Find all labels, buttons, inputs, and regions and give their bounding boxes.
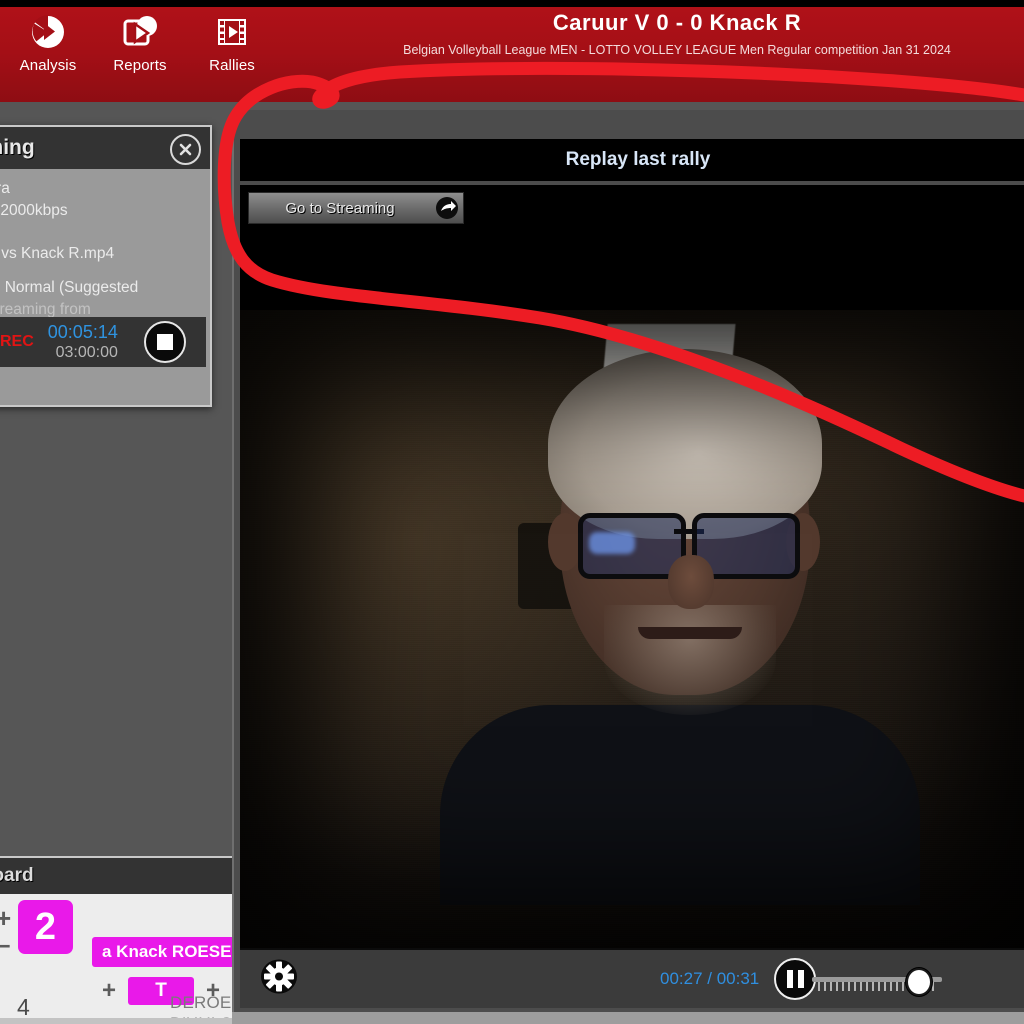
- reports-icon: [120, 9, 160, 55]
- match-competition-subtitle: Belgian Volleyball League MEN - LOTTO VO…: [403, 43, 951, 57]
- app-root: Analysis Reports Rallies Caruur V 0 - 0 …: [0, 0, 1024, 1024]
- ribbon-label-analysis: Analysis: [19, 57, 77, 74]
- ribbon-button-analysis[interactable]: Analysis: [14, 9, 82, 74]
- ribbon-button-reports[interactable]: Reports: [106, 9, 174, 74]
- go-to-streaming-label: Go to Streaming: [285, 199, 395, 217]
- streaming-filename-line: 31 Caruur vs Knack R.mp4: [0, 244, 115, 262]
- streaming-dialog: Streaming HD Camera 1280x720 2000kbps la…: [0, 125, 212, 407]
- replay-window: Replay last rally Go to Streaming 00:27 …: [232, 110, 1024, 1022]
- ribbon-label-rallies: Rallies: [209, 57, 255, 74]
- streaming-dialog-body: HD Camera 1280x720 2000kbps last rally 3…: [0, 169, 210, 342]
- match-score-title: Caruur V 0 - 0 Knack R: [552, 10, 802, 35]
- ribbon-tool-group: Analysis Reports Rallies: [14, 9, 266, 74]
- window-title-bar: [0, 0, 1024, 7]
- app-ribbon: Analysis Reports Rallies Caruur V 0 - 0 …: [0, 7, 1024, 104]
- streaming-quality-line: 1280x720 2000kbps: [0, 201, 68, 219]
- replay-window-titlebar: Replay last rally: [240, 139, 1024, 181]
- replay-window-title: Replay last rally: [565, 149, 711, 170]
- video-frame: [240, 310, 1024, 950]
- ribbon-button-rallies[interactable]: Rallies: [198, 9, 266, 74]
- streaming-mode-line: last rally: [0, 221, 200, 243]
- gear-icon[interactable]: [260, 958, 298, 1001]
- replay-window-toolbar: Go to Streaming: [240, 185, 1024, 231]
- scoreboard-dialog-title: Scoreboard: [0, 865, 34, 886]
- score-minus-button[interactable]: –: [0, 931, 10, 957]
- ribbon-label-reports: Reports: [113, 57, 167, 74]
- match-scoreboard-header: Caruur V 0 - 0 Knack R Belgian Volleybal…: [330, 10, 1024, 78]
- go-to-streaming-button[interactable]: Go to Streaming: [248, 192, 464, 224]
- recorder-limit: 03:00:00: [55, 343, 118, 361]
- scoreboard-dialog: Scoreboard + – 2 a Knack ROESELA + T + 4…: [0, 856, 236, 1024]
- player-control-bar: 00:27 / 00:31: [240, 948, 1024, 1008]
- streaming-note-line-1: g enabled. Normal (Suggested: [0, 279, 139, 296]
- roster-player-1: DEROEY D.: [170, 993, 236, 1012]
- team-score-value[interactable]: 2: [18, 900, 73, 954]
- volume-slider[interactable]: [812, 968, 942, 996]
- recorder-elapsed: 00:05:14: [47, 321, 118, 342]
- streaming-source-line: HD Camera: [0, 180, 10, 197]
- team-name-badge: a Knack ROESELA: [92, 937, 234, 967]
- replay-video-area[interactable]: [240, 231, 1024, 950]
- desktop-bottom-strip-right: [232, 1012, 1024, 1024]
- timeout-plus-1[interactable]: +: [102, 977, 116, 1005]
- recorder-times: 00:05:14 03:00:00: [48, 322, 118, 363]
- scoreboard-dialog-titlebar: Scoreboard: [0, 858, 234, 894]
- desktop-bottom-strip-left: [0, 1018, 232, 1024]
- set-number-value: 4: [17, 994, 30, 1020]
- player-timecode: 00:27 / 00:31: [660, 969, 760, 988]
- arrow-right-icon: [431, 196, 463, 220]
- close-icon[interactable]: [170, 134, 201, 165]
- scoreboard-dialog-body: + – 2 a Knack ROESELA + T + 4 7 5 DEROEY…: [0, 894, 234, 1024]
- pie-chart-icon: [28, 9, 68, 55]
- recorder-status-bar: REC 00:05:14 03:00:00: [0, 317, 206, 367]
- film-strip-icon: [212, 9, 252, 55]
- video-vignette: [240, 310, 1024, 950]
- match-set-score: 2-2: [667, 63, 687, 78]
- stop-icon[interactable]: [144, 321, 186, 363]
- streaming-dialog-titlebar: Streaming: [0, 127, 210, 169]
- volume-slider-knob[interactable]: [906, 968, 932, 996]
- streaming-dialog-title: Streaming: [0, 136, 35, 159]
- pause-icon[interactable]: [774, 958, 816, 1000]
- rec-indicator: REC: [0, 333, 34, 350]
- score-plus-button[interactable]: +: [0, 905, 11, 931]
- window-title-text: [330, 0, 930, 5]
